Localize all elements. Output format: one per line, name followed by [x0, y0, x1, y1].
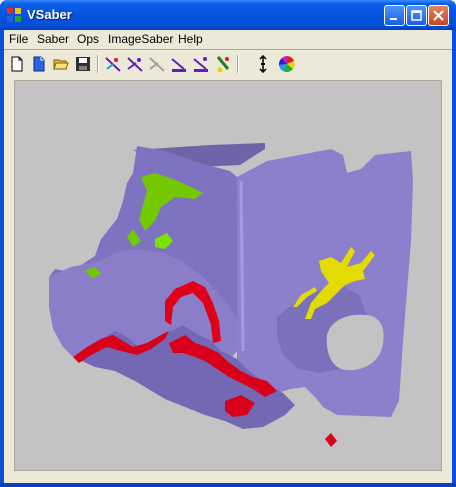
menu-file[interactable]: File — [9, 32, 28, 46]
saber-tool-2-icon — [127, 57, 143, 72]
saber-tool-4-button[interactable] — [169, 54, 189, 74]
3d-viewport[interactable] — [14, 80, 442, 471]
3d-model-render — [49, 143, 413, 447]
window-title: VSaber — [27, 7, 72, 22]
saber-tool-1-button[interactable] — [103, 54, 123, 74]
saber-tool-4-icon — [171, 58, 186, 72]
app-window: VSaber File Saber Ops ImageSaber Help — [0, 0, 456, 487]
saber-tool-3-icon — [149, 57, 165, 72]
new-file-button[interactable] — [7, 54, 27, 74]
saber-tool-6-icon — [216, 56, 230, 73]
saber-tool-5-icon — [193, 57, 208, 72]
menu-help[interactable]: Help — [178, 32, 203, 46]
menu-bar: File Saber Ops ImageSaber Help — [4, 30, 452, 49]
maximize-button[interactable] — [406, 5, 427, 26]
color-wheel-button[interactable] — [277, 54, 297, 74]
saber-tool-3-button[interactable] — [147, 54, 167, 74]
menu-ops[interactable]: Ops — [77, 32, 99, 46]
minimize-icon — [390, 18, 397, 20]
app-icon — [7, 8, 21, 22]
menu-saber[interactable]: Saber — [37, 32, 69, 46]
minimize-button[interactable] — [384, 5, 405, 26]
saber-tool-6-button[interactable] — [213, 54, 233, 74]
save-button[interactable] — [73, 54, 93, 74]
toolbar-separator-2 — [237, 55, 239, 73]
open-folder-icon — [53, 59, 69, 70]
toolbar-separator — [97, 55, 99, 73]
model-right-face — [237, 149, 413, 417]
new-document-icon — [33, 56, 45, 72]
model-edge — [239, 180, 245, 352]
close-button[interactable] — [428, 5, 449, 26]
red-highlight-tip — [325, 433, 337, 447]
window-bottom-border — [0, 483, 456, 487]
vertical-spread-button[interactable] — [253, 54, 273, 74]
maximize-icon — [411, 10, 422, 21]
vertical-spread-icon — [259, 55, 267, 73]
saber-tool-5-button[interactable] — [191, 54, 211, 74]
new-document-button[interactable] — [29, 54, 49, 74]
new-file-icon — [11, 56, 23, 72]
save-disk-icon — [76, 57, 90, 71]
menu-imagesaber[interactable]: ImageSaber — [108, 32, 173, 46]
saber-tool-1-icon — [105, 57, 121, 72]
client-area: File Saber Ops ImageSaber Help — [4, 30, 452, 483]
close-icon — [433, 10, 444, 21]
title-bar[interactable]: VSaber — [0, 0, 456, 30]
open-button[interactable] — [51, 54, 71, 74]
toolbar — [4, 51, 452, 79]
saber-tool-2-button[interactable] — [125, 54, 145, 74]
menu-separator — [4, 49, 452, 50]
color-wheel-icon — [278, 56, 295, 72]
